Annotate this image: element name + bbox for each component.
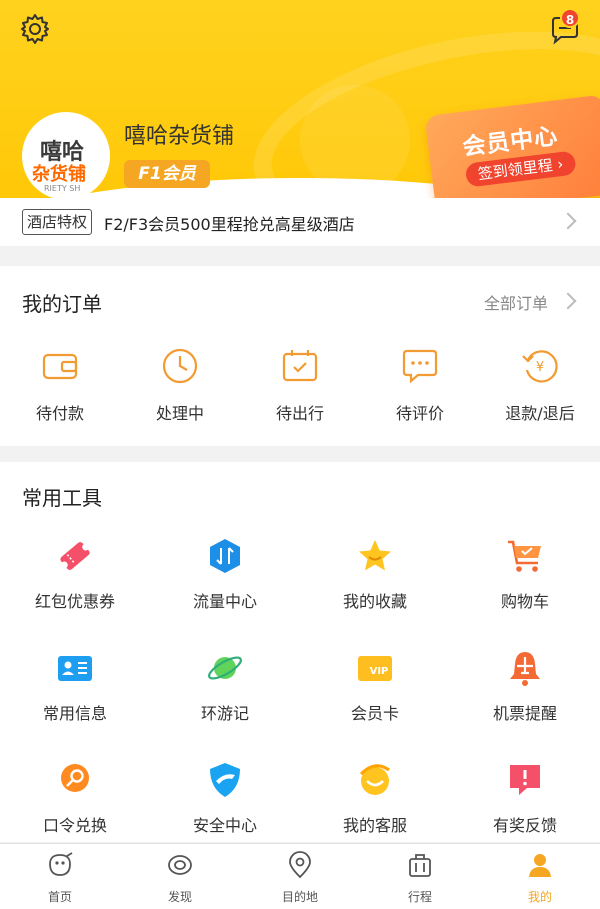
planet-icon bbox=[208, 656, 242, 680]
privilege-text: F2/F3会员500里程抢兑高星级酒店 bbox=[104, 215, 355, 234]
member-level-badge[interactable]: F1会员 bbox=[124, 160, 210, 188]
common-tools-section: 常用工具 红包优惠券 流量中心 我的收藏 购物车 常用信息 环游记 VIP 会员… bbox=[0, 462, 600, 842]
home-icon bbox=[49, 852, 73, 876]
hotel-privilege-banner[interactable]: 酒店特权 F2/F3会员500里程抢兑高星级酒店 bbox=[0, 198, 600, 246]
username[interactable]: 嘻哈杂货铺 bbox=[124, 118, 234, 150]
tool-label: 会员卡 bbox=[350, 704, 399, 723]
order-label: 待付款 bbox=[35, 404, 84, 423]
discover-icon bbox=[168, 855, 192, 875]
service-icon bbox=[359, 764, 390, 795]
data-traffic-icon bbox=[210, 539, 240, 573]
vip-card-icon: VIP bbox=[358, 656, 392, 681]
wallet-icon bbox=[42, 353, 78, 380]
bottom-tab-bar: 首页 发现 目的地 行程 我的 bbox=[0, 843, 600, 909]
cart-icon bbox=[508, 540, 541, 572]
tool-code-redeem[interactable]: 口令兑换 bbox=[0, 760, 150, 836]
tool-security-center[interactable]: 安全中心 bbox=[150, 760, 300, 836]
avatar[interactable]: 嘻哈 杂货铺 RIETY SH bbox=[22, 112, 110, 200]
tab-label: 我的 bbox=[527, 890, 552, 904]
profile-icon bbox=[529, 854, 551, 877]
tab-label: 首页 bbox=[47, 890, 72, 904]
shield-icon bbox=[210, 763, 240, 797]
tab-discover[interactable]: 发现 bbox=[120, 850, 240, 905]
my-orders-section: 我的订单 全部订单 待付款 处理中 待出行 待评价 ¥ 退款/退后 bbox=[0, 266, 600, 446]
tool-label: 口令兑换 bbox=[42, 816, 107, 835]
tool-label: 安全中心 bbox=[192, 816, 257, 835]
order-label: 退款/退后 bbox=[505, 404, 575, 423]
coupon-icon bbox=[60, 542, 90, 570]
tool-label: 环游记 bbox=[200, 704, 249, 723]
bell-plane-icon bbox=[510, 652, 540, 686]
tool-flight-alert[interactable]: 机票提醒 bbox=[450, 648, 600, 724]
svg-text:VIP: VIP bbox=[370, 666, 389, 677]
tool-favorites[interactable]: 我的收藏 bbox=[300, 536, 450, 612]
tool-feedback[interactable]: 有奖反馈 bbox=[450, 760, 600, 836]
star-icon bbox=[359, 540, 391, 571]
location-icon bbox=[289, 851, 311, 879]
order-to-review[interactable]: 待评价 bbox=[370, 346, 470, 424]
tab-destination[interactable]: 目的地 bbox=[240, 850, 360, 905]
order-refund[interactable]: ¥ 退款/退后 bbox=[490, 346, 590, 424]
tool-label: 机票提醒 bbox=[492, 704, 557, 723]
order-label: 待评价 bbox=[395, 404, 444, 423]
order-pending-payment[interactable]: 待付款 bbox=[10, 346, 110, 424]
order-upcoming-trip[interactable]: 待出行 bbox=[250, 346, 350, 424]
tab-label: 行程 bbox=[407, 890, 432, 904]
tool-label: 有奖反馈 bbox=[492, 816, 557, 835]
id-card-icon bbox=[58, 656, 92, 681]
tool-member-card[interactable]: VIP 会员卡 bbox=[300, 648, 450, 724]
tool-data-center[interactable]: 流量中心 bbox=[150, 536, 300, 612]
tool-cart[interactable]: 购物车 bbox=[450, 536, 600, 612]
comment-icon bbox=[402, 349, 438, 384]
svg-text:¥: ¥ bbox=[536, 360, 544, 375]
calendar-check-icon bbox=[282, 350, 318, 382]
avatar-text: RIETY SH bbox=[44, 184, 81, 193]
tab-mine[interactable]: 我的 bbox=[480, 850, 600, 905]
privilege-tag: 酒店特权 bbox=[22, 209, 93, 235]
search-key-icon bbox=[61, 764, 89, 792]
tool-label: 常用信息 bbox=[42, 704, 107, 723]
chevron-right-icon[interactable] bbox=[559, 292, 577, 310]
notification-badge: 8 bbox=[560, 8, 580, 28]
order-label: 待出行 bbox=[275, 404, 324, 423]
order-label: 处理中 bbox=[155, 404, 204, 423]
tab-label: 目的地 bbox=[281, 890, 318, 904]
tool-label: 我的客服 bbox=[342, 816, 407, 835]
feedback-icon bbox=[510, 765, 540, 795]
profile-header: 8 嘻哈 杂货铺 RIETY SH 嘻哈杂货铺 F1会员 会员中心 签到领里程 … bbox=[0, 0, 600, 200]
luggage-icon bbox=[409, 854, 431, 877]
section-title: 我的订单 bbox=[22, 292, 102, 316]
all-orders-link[interactable]: 全部订单 bbox=[484, 290, 548, 314]
tool-label: 我的收藏 bbox=[342, 592, 407, 611]
tool-common-info[interactable]: 常用信息 bbox=[0, 648, 150, 724]
clock-icon bbox=[162, 348, 198, 384]
tool-label: 购物车 bbox=[500, 592, 549, 611]
tab-label: 发现 bbox=[167, 890, 192, 904]
tool-label: 流量中心 bbox=[192, 592, 257, 611]
order-processing[interactable]: 处理中 bbox=[130, 346, 230, 424]
tool-travel-journal[interactable]: 环游记 bbox=[150, 648, 300, 724]
avatar-text: 杂货铺 bbox=[32, 164, 86, 185]
tab-itinerary[interactable]: 行程 bbox=[360, 850, 480, 905]
refund-icon: ¥ bbox=[522, 350, 558, 383]
section-title: 常用工具 bbox=[22, 486, 102, 510]
tool-label: 红包优惠券 bbox=[34, 592, 115, 611]
tab-home[interactable]: 首页 bbox=[0, 850, 120, 905]
chevron-right-icon bbox=[559, 212, 577, 230]
gear-icon[interactable] bbox=[18, 12, 52, 46]
tool-customer-service[interactable]: 我的客服 bbox=[300, 760, 450, 836]
tool-coupons[interactable]: 红包优惠券 bbox=[0, 536, 150, 612]
